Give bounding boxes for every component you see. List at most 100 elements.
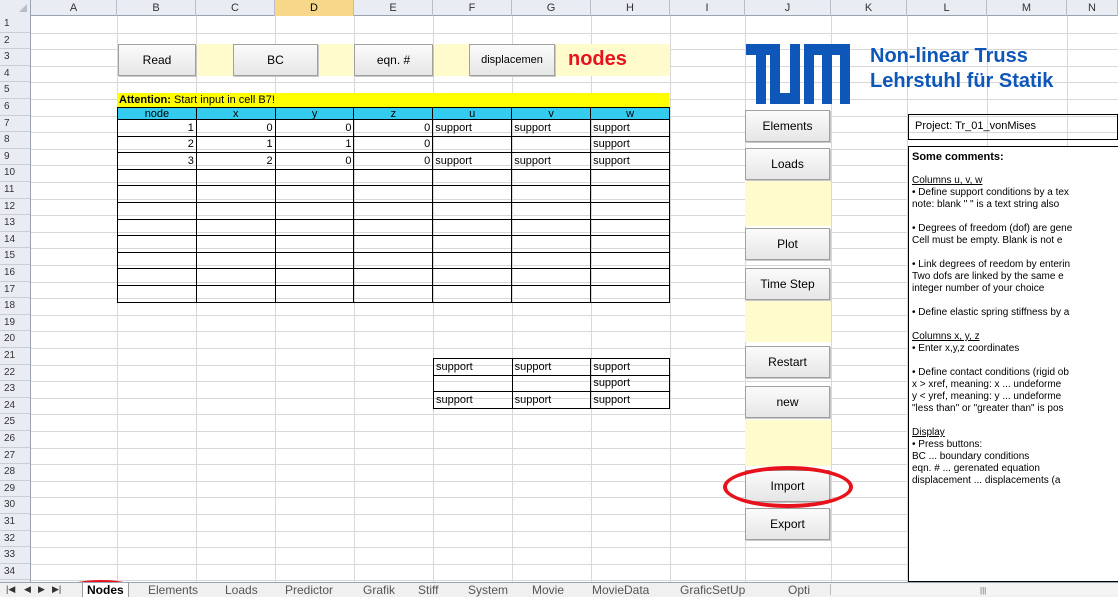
row-header[interactable]: 14 bbox=[0, 232, 30, 249]
table-cell[interactable] bbox=[353, 284, 434, 303]
table-cell[interactable] bbox=[117, 268, 197, 286]
col-header-a[interactable]: A bbox=[31, 0, 117, 16]
table-cell[interactable] bbox=[274, 168, 355, 187]
restart-button[interactable]: Restart bbox=[745, 346, 830, 378]
table-cell[interactable] bbox=[432, 185, 513, 203]
col-header-n[interactable]: N bbox=[1067, 0, 1118, 16]
table-cell[interactable] bbox=[590, 268, 670, 286]
table-cell[interactable] bbox=[274, 218, 355, 237]
row-header[interactable]: 9 bbox=[0, 149, 30, 166]
col-header-i[interactable]: I bbox=[670, 0, 745, 16]
row-header[interactable]: 13 bbox=[0, 215, 30, 232]
row-header[interactable]: 26 bbox=[0, 431, 30, 448]
tab-predictor[interactable]: Predictor bbox=[285, 583, 333, 597]
table-cell[interactable] bbox=[432, 135, 513, 154]
row-header[interactable]: 1 bbox=[0, 16, 30, 33]
row-header[interactable]: 20 bbox=[0, 331, 30, 348]
tab-opti[interactable]: Opti bbox=[788, 583, 810, 597]
col-header-f[interactable]: F bbox=[433, 0, 512, 16]
table-cell[interactable]: 1 bbox=[117, 119, 197, 137]
table-cell[interactable] bbox=[195, 251, 276, 270]
table-cell[interactable] bbox=[353, 201, 434, 220]
table-cell[interactable] bbox=[274, 251, 355, 270]
table-cell[interactable] bbox=[195, 218, 276, 237]
table-cell[interactable] bbox=[195, 268, 276, 286]
scrollbar-grip-icon[interactable]: ||| bbox=[980, 586, 990, 595]
table-cell[interactable] bbox=[511, 201, 592, 220]
table-cell[interactable]: 2 bbox=[117, 135, 197, 154]
table-cell[interactable] bbox=[353, 235, 434, 253]
table-cell[interactable] bbox=[590, 251, 670, 270]
col-header-k[interactable]: K bbox=[831, 0, 907, 16]
tab-grafik[interactable]: Grafik bbox=[363, 583, 395, 597]
row-header[interactable]: 5 bbox=[0, 82, 30, 99]
table-cell[interactable] bbox=[590, 185, 670, 203]
table-cell[interactable] bbox=[432, 251, 513, 270]
row-header[interactable]: 10 bbox=[0, 165, 30, 182]
col-header-g[interactable]: G bbox=[512, 0, 591, 16]
first-sheet-icon[interactable]: |◀ bbox=[6, 584, 15, 595]
table-cell[interactable] bbox=[511, 218, 592, 237]
table-cell[interactable] bbox=[353, 218, 434, 237]
col-header-d[interactable]: D bbox=[275, 0, 354, 16]
table-cell[interactable] bbox=[511, 135, 592, 154]
tab-stiff[interactable]: Stiff bbox=[418, 583, 438, 597]
row-header[interactable]: 24 bbox=[0, 398, 30, 415]
table-cell[interactable]: 2 bbox=[195, 152, 276, 170]
row-header[interactable]: 28 bbox=[0, 464, 30, 481]
col-header-m[interactable]: M bbox=[987, 0, 1067, 16]
tab-graficsetup[interactable]: GraficSetUp bbox=[680, 583, 745, 597]
next-sheet-icon[interactable]: ▶ bbox=[38, 584, 45, 595]
table-cell[interactable] bbox=[511, 284, 592, 303]
row-header[interactable]: 16 bbox=[0, 265, 30, 282]
row-header[interactable]: 33 bbox=[0, 547, 30, 564]
eqn-button[interactable]: eqn. # bbox=[354, 44, 433, 76]
table-cell[interactable]: support bbox=[432, 152, 513, 170]
table-cell[interactable]: support bbox=[432, 119, 513, 137]
table-cell[interactable]: support bbox=[511, 391, 592, 409]
table-cell[interactable] bbox=[274, 185, 355, 203]
table-cell[interactable]: 1 bbox=[274, 135, 355, 154]
table-cell[interactable] bbox=[117, 201, 197, 220]
table-cell[interactable] bbox=[432, 235, 513, 253]
tab-moviedata[interactable]: MovieData bbox=[592, 583, 649, 597]
table-cell[interactable] bbox=[195, 168, 276, 187]
row-header[interactable]: 4 bbox=[0, 66, 30, 83]
table-cell[interactable]: support bbox=[433, 358, 513, 376]
table-cell[interactable]: support bbox=[511, 119, 592, 137]
row-header[interactable]: 18 bbox=[0, 298, 30, 315]
table-cell[interactable] bbox=[590, 235, 670, 253]
table-cell[interactable] bbox=[432, 268, 513, 286]
prev-sheet-icon[interactable]: ◀ bbox=[24, 584, 31, 595]
tab-movie[interactable]: Movie bbox=[532, 583, 564, 597]
row-header[interactable]: 17 bbox=[0, 282, 30, 299]
row-header[interactable]: 31 bbox=[0, 514, 30, 531]
row-header[interactable]: 21 bbox=[0, 348, 30, 365]
elements-button[interactable]: Elements bbox=[745, 110, 830, 142]
table-cell[interactable]: support bbox=[590, 119, 670, 137]
read-button[interactable]: Read bbox=[118, 44, 196, 76]
row-header[interactable]: 23 bbox=[0, 381, 30, 398]
table-cell[interactable] bbox=[274, 201, 355, 220]
row-header[interactable]: 22 bbox=[0, 365, 30, 382]
col-header-e[interactable]: E bbox=[354, 0, 433, 16]
table-cell[interactable] bbox=[511, 235, 592, 253]
table-cell[interactable] bbox=[353, 168, 434, 187]
table-cell[interactable] bbox=[195, 201, 276, 220]
bc-button[interactable]: BC bbox=[233, 44, 318, 76]
row-header[interactable]: 27 bbox=[0, 448, 30, 465]
last-sheet-icon[interactable]: ▶| bbox=[52, 584, 61, 595]
table-cell[interactable]: support bbox=[590, 358, 670, 376]
table-cell[interactable] bbox=[117, 235, 197, 253]
table-cell[interactable] bbox=[590, 168, 670, 187]
loads-button[interactable]: Loads bbox=[745, 148, 830, 180]
table-cell[interactable]: 0 bbox=[195, 119, 276, 137]
row-header[interactable]: 7 bbox=[0, 116, 30, 133]
table-cell[interactable] bbox=[511, 374, 592, 393]
plot-button[interactable]: Plot bbox=[745, 228, 830, 260]
table-cell[interactable] bbox=[432, 218, 513, 237]
table-cell[interactable] bbox=[511, 268, 592, 286]
table-cell[interactable] bbox=[432, 201, 513, 220]
row-header[interactable]: 6 bbox=[0, 99, 30, 116]
table-cell[interactable]: 3 bbox=[117, 152, 197, 170]
